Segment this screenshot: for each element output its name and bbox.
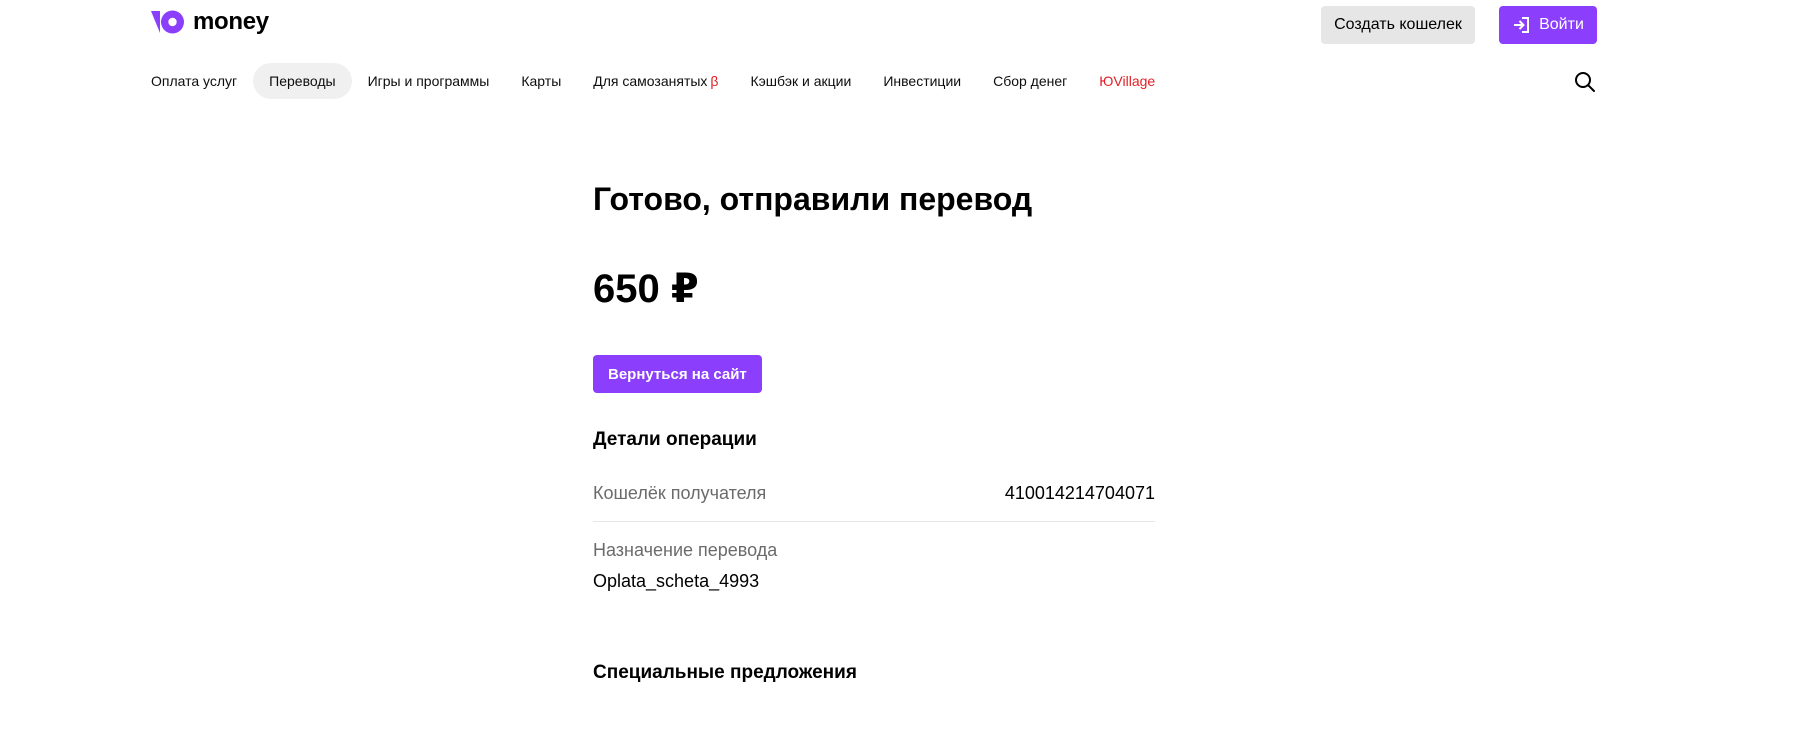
transfer-purpose-label: Назначение перевода	[593, 540, 778, 561]
header: money Создать кошелек Войти	[0, 0, 1803, 50]
nav-item-fundraising[interactable]: Сбор денег	[977, 63, 1083, 99]
search-icon	[1573, 72, 1597, 98]
logo[interactable]: money	[151, 8, 269, 36]
create-wallet-button[interactable]: Создать кошелек	[1321, 6, 1475, 44]
nav-item-cashback[interactable]: Кэшбэк и акции	[734, 63, 867, 99]
recipient-wallet-row: Кошелёк получателя 410014214704071	[593, 483, 1155, 523]
main-nav: Оплата услуг Переводы Игры и программы К…	[151, 63, 1171, 99]
yoomoney-logo-icon	[151, 10, 185, 34]
recipient-wallet-label: Кошелёк получателя	[593, 483, 767, 504]
transfer-amount: 650 ₽	[593, 267, 699, 312]
beta-badge: β	[710, 73, 719, 89]
nav-item-self-employed[interactable]: Для самозанятых β	[577, 63, 734, 99]
nav-item-transfers[interactable]: Переводы	[253, 63, 352, 99]
page-title: Готово, отправили перевод	[593, 181, 1033, 217]
nav-item-cards[interactable]: Карты	[505, 63, 577, 99]
logo-text: money	[193, 8, 269, 35]
login-arrow-icon	[1512, 16, 1530, 34]
special-offers-title: Специальные предложения	[593, 662, 857, 684]
transfer-result: Готово, отправили перевод 650 ₽ Вернутьс…	[593, 180, 1155, 684]
recipient-wallet-value: 410014214704071	[1004, 483, 1155, 504]
transfer-purpose-value: Oplata_scheta_4993	[593, 571, 760, 592]
nav-item-self-employed-label: Для самозанятых	[593, 73, 708, 89]
details-title: Детали операции	[593, 429, 757, 451]
nav-item-yovillage[interactable]: ЮVillage	[1083, 63, 1171, 99]
nav-item-investments[interactable]: Инвестиции	[867, 63, 977, 99]
login-button-label: Войти	[1539, 16, 1584, 33]
back-to-site-button[interactable]: Вернуться на сайт	[593, 355, 762, 394]
search-button[interactable]	[1573, 70, 1597, 94]
nav-item-games[interactable]: Игры и программы	[352, 63, 506, 99]
nav-item-services[interactable]: Оплата услуг	[151, 63, 253, 99]
login-button[interactable]: Войти	[1499, 6, 1597, 44]
transfer-purpose-block: Назначение перевода Oplata_scheta_4993	[593, 540, 1155, 592]
